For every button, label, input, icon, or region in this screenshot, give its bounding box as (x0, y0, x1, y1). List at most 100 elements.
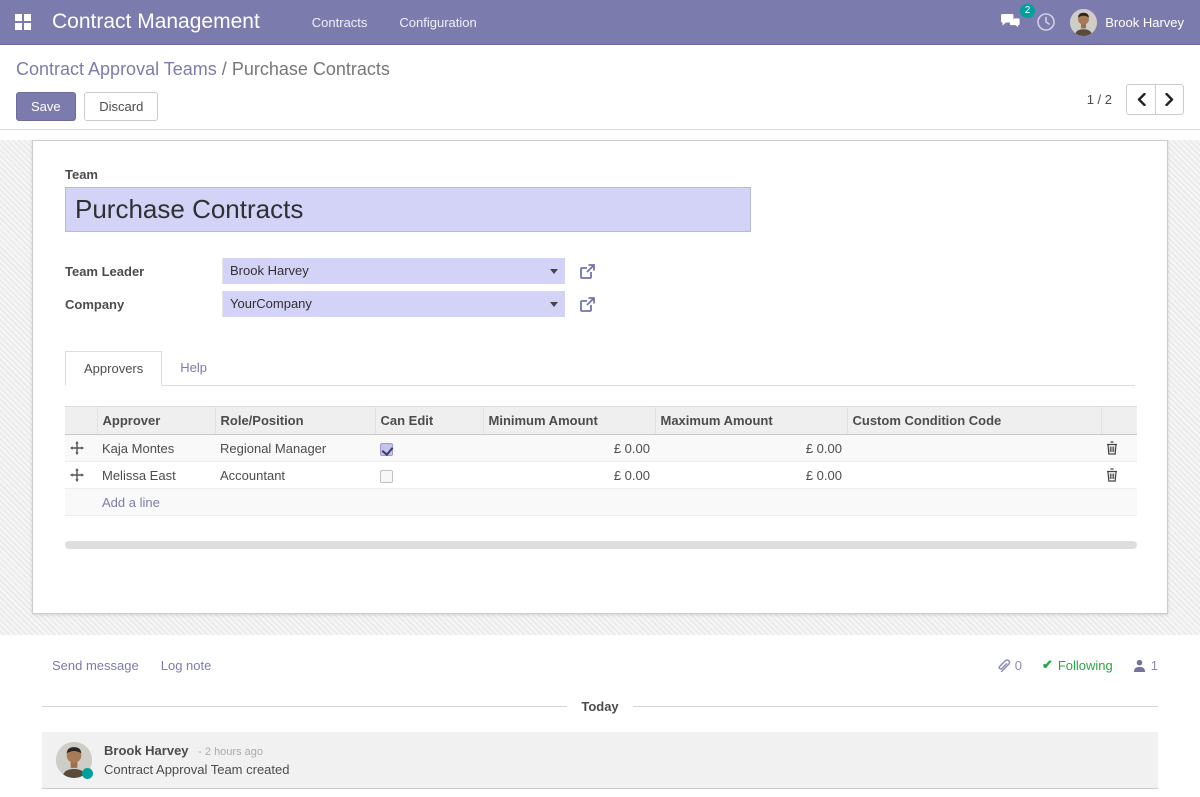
team-field-label: Team (65, 167, 1135, 182)
message-author: Brook Harvey (104, 743, 189, 758)
company-select[interactable]: YourCompany (223, 291, 565, 317)
form-view: Team Team Leader Brook Harvey Company Yo… (0, 140, 1200, 635)
tab-help[interactable]: Help (162, 351, 225, 386)
min-amount-cell[interactable]: £ 0.00 (483, 435, 655, 462)
breadcrumb-separator: / (222, 59, 227, 79)
trash-icon (1106, 468, 1118, 482)
table-row: Melissa East Accountant £ 0.00 £ 0.00 (65, 462, 1137, 489)
followers-button[interactable]: 1 (1133, 658, 1158, 673)
app-title: Contract Management (52, 10, 260, 34)
activities-button[interactable] (1036, 12, 1056, 32)
chevron-down-icon (550, 302, 558, 307)
date-divider: Today (42, 699, 1158, 714)
send-message-button[interactable]: Send message (52, 658, 139, 673)
tab-approvers[interactable]: Approvers (65, 351, 162, 386)
add-line-row: Add a line (65, 489, 1137, 516)
max-amount-cell[interactable]: £ 0.00 (655, 435, 847, 462)
custom-code-cell[interactable] (847, 462, 1101, 489)
team-leader-value: Brook Harvey (230, 263, 309, 278)
min-amount-column-header: Minimum Amount (483, 407, 655, 435)
external-link-icon (579, 263, 596, 280)
can-edit-cell (375, 462, 483, 489)
message-item: Brook Harvey - 2 hours ago Contract Appr… (42, 732, 1158, 789)
date-divider-label: Today (567, 699, 632, 714)
can-edit-checkbox[interactable] (380, 470, 393, 483)
message-timestamp: - 2 hours ago (198, 746, 263, 758)
discard-button[interactable]: Discard (84, 92, 158, 121)
field-group: Team Leader Brook Harvey Company YourCom… (65, 258, 1135, 317)
team-name-input[interactable] (65, 187, 751, 232)
user-avatar-image (1070, 9, 1097, 36)
can-edit-cell (375, 435, 483, 462)
clock-icon (1036, 12, 1056, 32)
breadcrumb-current: Purchase Contracts (232, 59, 390, 79)
user-menu[interactable]: Brook Harvey (1070, 9, 1184, 36)
followers-count: 1 (1151, 658, 1158, 673)
table-header-row: Approver Role/Position Can Edit Minimum … (65, 407, 1137, 435)
external-link-icon (579, 296, 596, 313)
can-edit-checkbox[interactable] (380, 443, 393, 456)
trash-icon (1106, 441, 1118, 455)
breadcrumb-parent-link[interactable]: Contract Approval Teams (16, 59, 217, 79)
menu-contracts[interactable]: Contracts (300, 9, 380, 36)
apps-menu-button[interactable] (0, 0, 46, 45)
message-body: Contract Approval Team created (104, 762, 289, 777)
pager-previous-button[interactable] (1126, 84, 1155, 115)
drag-handle[interactable] (65, 435, 97, 462)
save-button[interactable]: Save (16, 92, 76, 121)
custom-code-cell[interactable] (847, 435, 1101, 462)
drag-handle[interactable] (65, 462, 97, 489)
online-status-dot (82, 768, 93, 779)
move-icon (70, 468, 84, 482)
top-menu: Contracts Configuration (300, 9, 489, 36)
role-cell[interactable]: Regional Manager (215, 435, 375, 462)
following-button[interactable]: ✔ Following (1042, 657, 1113, 673)
company-value: YourCompany (230, 296, 312, 311)
form-sheet: Team Team Leader Brook Harvey Company Yo… (32, 140, 1168, 614)
approver-column-header: Approver (97, 407, 215, 435)
messages-count-badge: 2 (1020, 4, 1036, 18)
user-avatar (1070, 9, 1097, 36)
can-edit-column-header: Can Edit (375, 407, 483, 435)
menu-configuration[interactable]: Configuration (387, 9, 488, 36)
attachments-count: 0 (1015, 658, 1022, 673)
company-label: Company (65, 291, 223, 317)
person-icon (1133, 659, 1146, 672)
approver-cell[interactable]: Melissa East (97, 462, 215, 489)
approver-cell[interactable]: Kaja Montes (97, 435, 215, 462)
delete-column-header (1101, 407, 1137, 435)
messages-button[interactable]: 2 (1000, 13, 1022, 31)
role-column-header: Role/Position (215, 407, 375, 435)
table-row: Kaja Montes Regional Manager £ 0.00 £ 0.… (65, 435, 1137, 462)
pager-next-button[interactable] (1155, 84, 1184, 115)
add-a-line-link[interactable]: Add a line (102, 495, 160, 510)
attachments-button[interactable]: 0 (997, 658, 1022, 673)
pager-value[interactable]: 1 / 2 (1087, 92, 1112, 107)
team-leader-label: Team Leader (65, 258, 223, 284)
move-icon (70, 441, 84, 455)
check-icon: ✔ (1042, 657, 1053, 673)
chevron-right-icon (1165, 93, 1174, 106)
paperclip-icon (997, 658, 1011, 673)
apps-grid-icon (15, 14, 31, 30)
team-leader-select[interactable]: Brook Harvey (223, 258, 565, 284)
handle-column-header (65, 407, 97, 435)
team-leader-open-button[interactable] (579, 263, 605, 280)
following-label: Following (1058, 658, 1113, 673)
delete-row-button[interactable] (1101, 435, 1137, 462)
notebook-tabs: Approvers Help (65, 351, 1135, 386)
chatter: Send message Log note 0 ✔ Following 1 (0, 635, 1200, 789)
max-amount-cell[interactable]: £ 0.00 (655, 462, 847, 489)
chevron-left-icon (1137, 93, 1146, 106)
min-amount-cell[interactable]: £ 0.00 (483, 462, 655, 489)
chat-bubbles-icon (1000, 13, 1022, 31)
horizontal-scrollbar[interactable] (65, 541, 1137, 549)
delete-row-button[interactable] (1101, 462, 1137, 489)
custom-code-column-header: Custom Condition Code (847, 407, 1101, 435)
company-open-button[interactable] (579, 296, 605, 313)
role-cell[interactable]: Accountant (215, 462, 375, 489)
log-note-button[interactable]: Log note (161, 658, 212, 673)
max-amount-column-header: Maximum Amount (655, 407, 847, 435)
top-navbar: Contract Management Contracts Configurat… (0, 0, 1200, 45)
control-panel: Contract Approval Teams / Purchase Contr… (0, 45, 1200, 130)
